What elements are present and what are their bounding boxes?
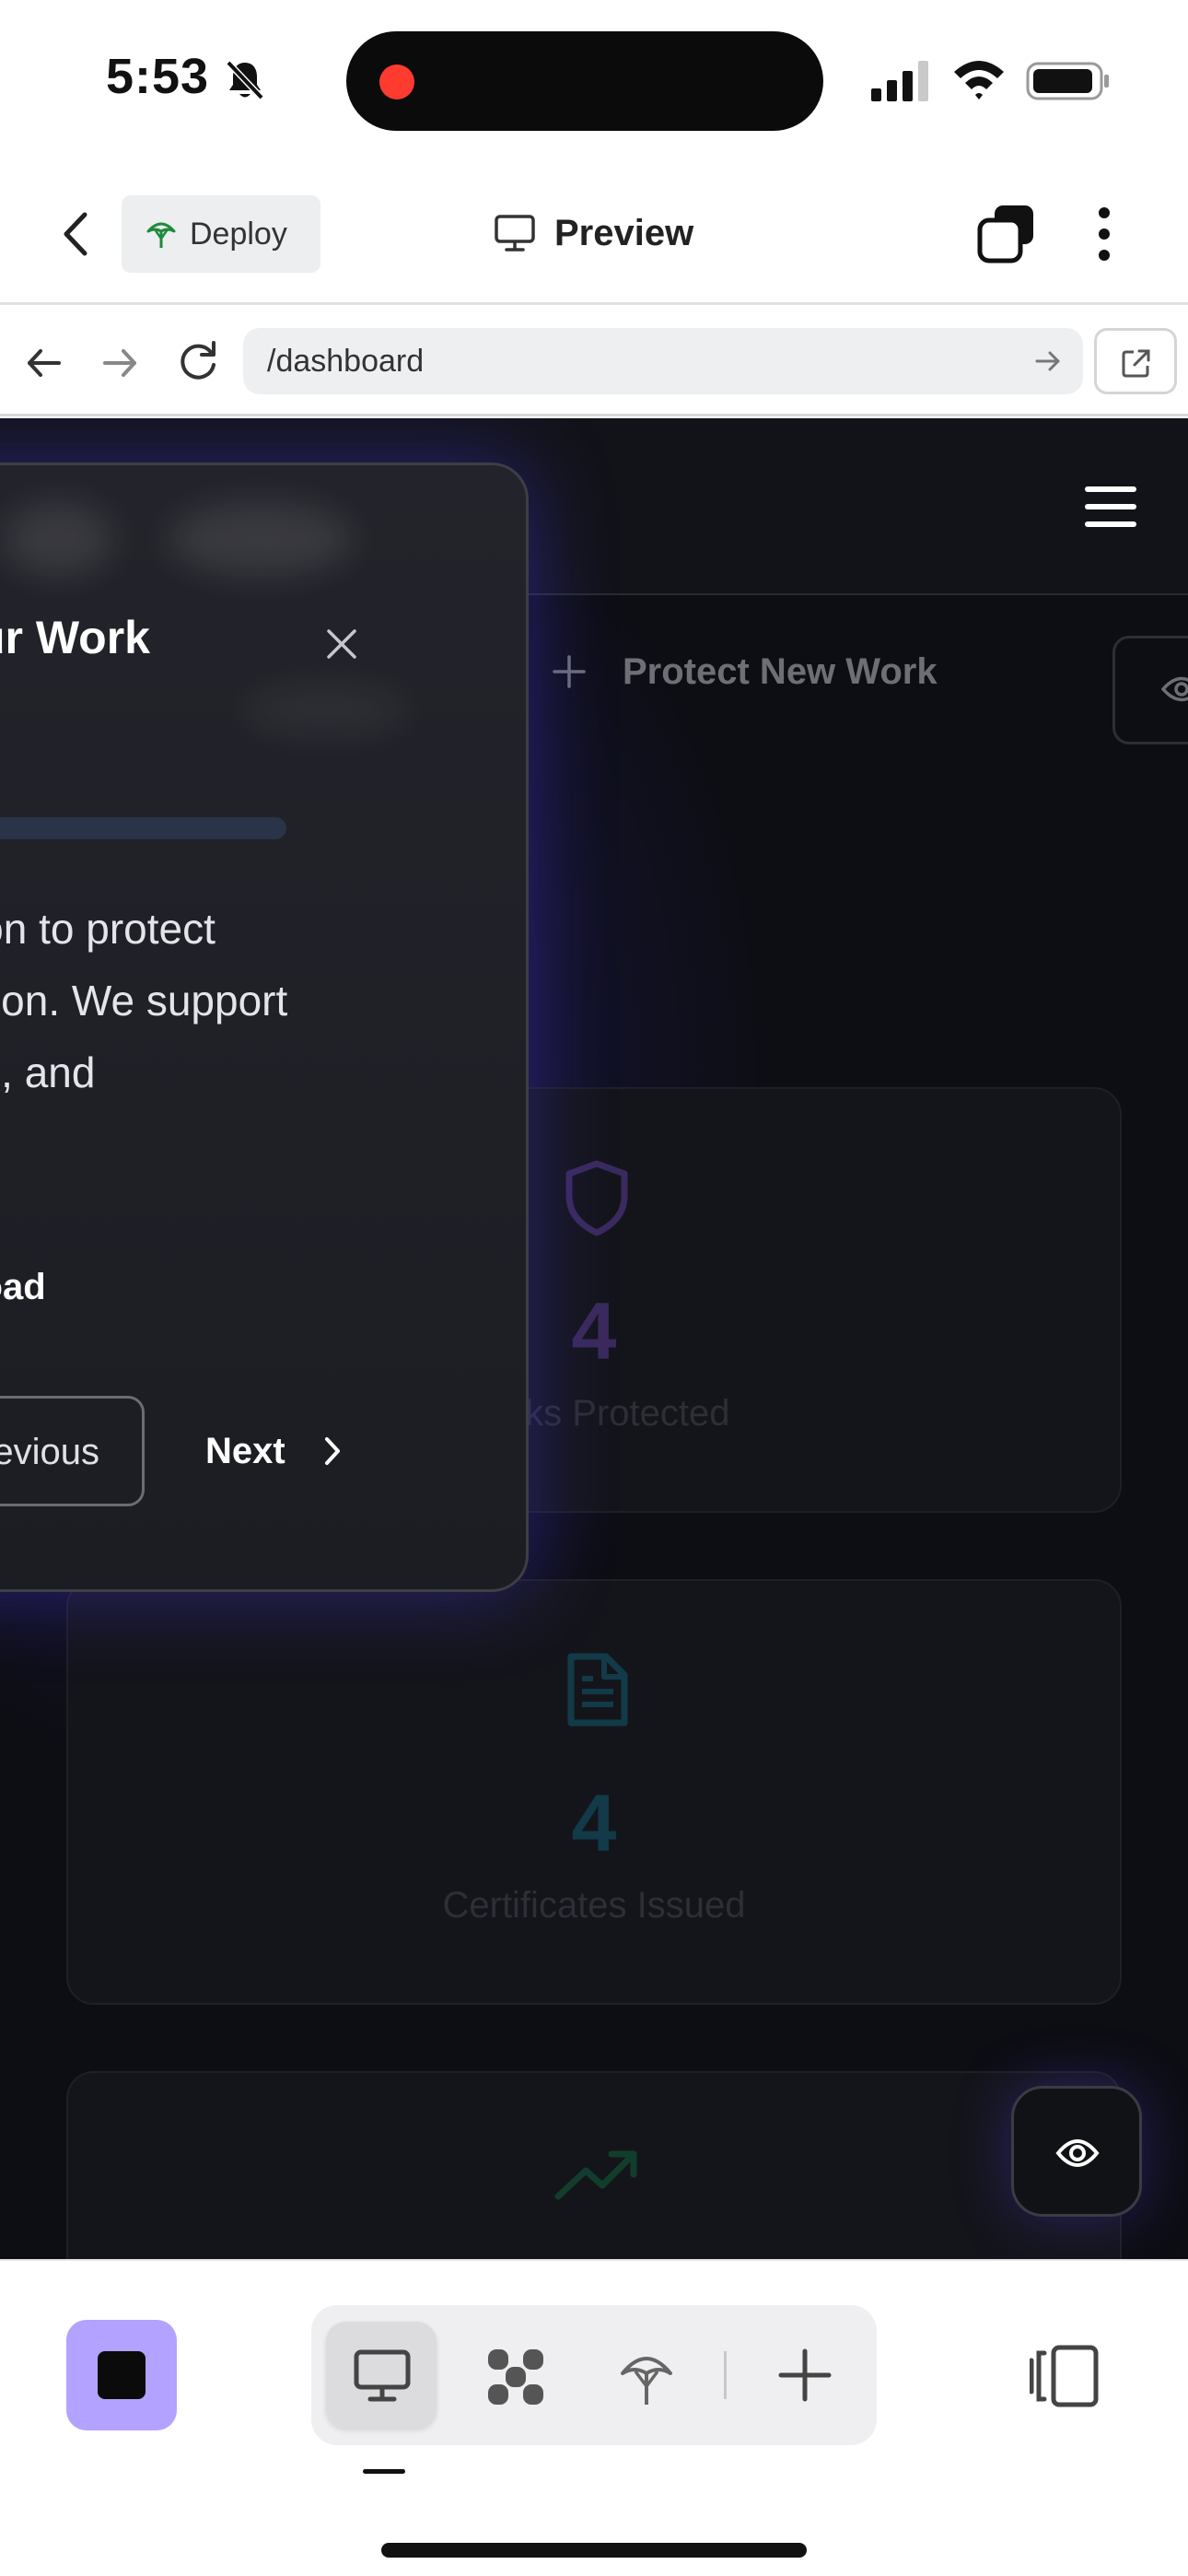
file-text-icon xyxy=(567,1653,628,1727)
eye-icon xyxy=(1055,2139,1100,2167)
previous-button[interactable]: Previous xyxy=(0,1396,145,1506)
deploy-globe-icon xyxy=(146,222,176,248)
browser-bar: /dashboard xyxy=(0,308,1188,416)
view-mode-switcher xyxy=(311,2305,877,2445)
workspace-button[interactable] xyxy=(459,2322,569,2429)
preview-mode-button[interactable] xyxy=(326,2322,437,2429)
deploy-label: Deploy xyxy=(190,216,287,252)
preview-title: Preview xyxy=(494,207,693,259)
onboarding-tour-dialog: ur Work utton to protect eation. We supp… xyxy=(0,463,529,1592)
reload-icon[interactable] xyxy=(175,339,221,385)
recording-indicator-icon xyxy=(379,64,414,100)
next-label: Next xyxy=(205,1430,285,1471)
open-external-button[interactable] xyxy=(1094,328,1177,394)
trending-up-icon xyxy=(554,2150,637,2200)
add-tab-button[interactable] xyxy=(750,2322,860,2429)
protect-new-work-label: Protect New Work xyxy=(623,650,938,692)
tabs-switcher-icon[interactable] xyxy=(976,204,1037,264)
close-icon[interactable] xyxy=(325,627,358,661)
tour-title: ur Work xyxy=(0,612,150,663)
deploy-mode-button[interactable] xyxy=(591,2322,702,2429)
blurred-subtitle-decoration xyxy=(242,683,408,738)
tour-description: utton to protect eation. We support eos,… xyxy=(0,905,288,1096)
toolbar-divider xyxy=(724,2351,727,2399)
apps-grid-icon xyxy=(488,2349,543,2405)
stop-button[interactable] xyxy=(66,2320,177,2430)
tour-progress-bar xyxy=(0,817,286,839)
url-input[interactable]: /dashboard xyxy=(243,328,1083,394)
monitor-icon xyxy=(354,2349,411,2402)
browser-forward-icon[interactable] xyxy=(99,343,140,383)
bell-off-icon xyxy=(226,60,264,100)
stop-icon xyxy=(98,2351,146,2399)
cellular-signal-icon xyxy=(871,61,928,101)
status-time: 5:53 xyxy=(106,49,210,104)
preview-title-label: Preview xyxy=(554,212,694,253)
plus-icon xyxy=(778,2348,832,2402)
bottom-toolbar xyxy=(0,2259,1188,2576)
active-tab-indicator xyxy=(363,2469,405,2474)
browser-back-icon[interactable] xyxy=(24,343,64,383)
protect-new-work-button[interactable]: Protect New Work xyxy=(553,639,938,704)
previous-label: Previous xyxy=(0,1432,99,1472)
deploy-globe-icon xyxy=(621,2357,672,2405)
stat-value: 4 xyxy=(571,1777,617,1868)
tour-step-hint: pload xyxy=(0,1267,46,1307)
monitor-icon xyxy=(495,215,535,252)
stat-card-growth xyxy=(66,2071,1122,2259)
go-arrow-icon[interactable] xyxy=(1033,346,1063,376)
hamburger-menu-icon[interactable] xyxy=(1085,485,1136,529)
home-indicator[interactable] xyxy=(381,2543,807,2558)
stat-card-certificates-issued: 4 Certificates Issued xyxy=(66,1579,1122,2005)
wifi-icon xyxy=(954,61,1004,100)
battery-icon xyxy=(1026,62,1109,100)
chevron-right-icon xyxy=(324,1437,340,1465)
external-link-icon xyxy=(1122,349,1150,378)
eye-icon xyxy=(1161,676,1188,702)
stat-label: Certificates Issued xyxy=(442,1885,746,1926)
blurred-header-decoration xyxy=(169,502,353,576)
floating-preview-button[interactable] xyxy=(1011,2086,1142,2217)
app-header: Deploy Preview xyxy=(0,161,1188,305)
deploy-button[interactable]: Deploy xyxy=(122,195,320,273)
next-button[interactable]: Next xyxy=(205,1396,390,1506)
url-text: /dashboard xyxy=(267,344,425,379)
blurred-header-decoration xyxy=(3,502,113,576)
split-view-icon[interactable] xyxy=(1030,2344,1100,2408)
dynamic-island xyxy=(346,31,823,131)
shield-icon xyxy=(565,1160,628,1236)
back-chevron-icon[interactable] xyxy=(57,209,94,259)
plus-icon xyxy=(553,655,586,688)
more-options-icon[interactable] xyxy=(1090,205,1118,263)
status-bar: 5:53 xyxy=(0,0,1188,161)
webview: Protect New Work 4 Works Protected 4 Cer… xyxy=(0,418,1188,2259)
view-button[interactable] xyxy=(1112,636,1188,744)
